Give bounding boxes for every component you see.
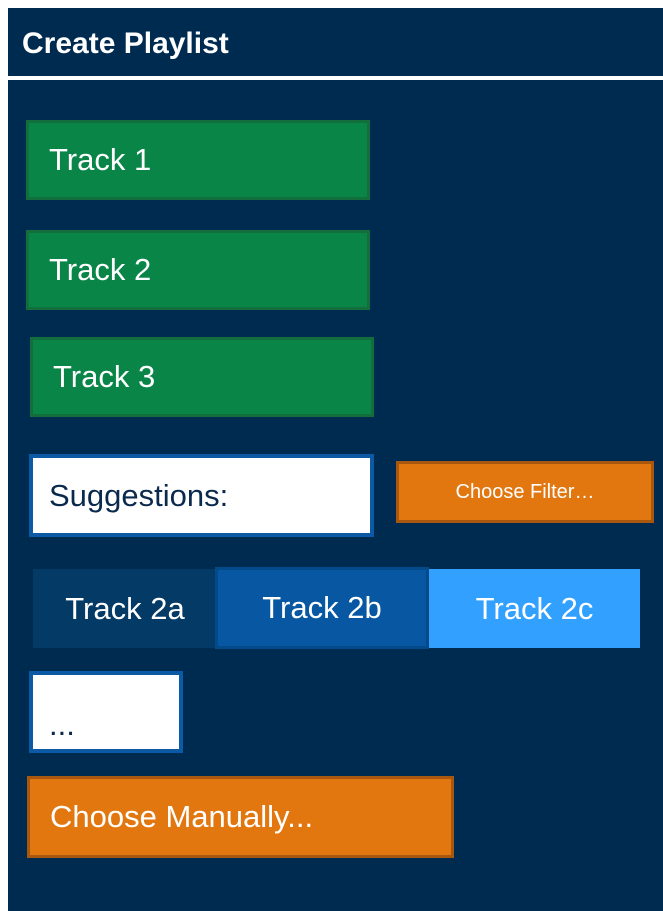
title-bar: Create Playlist — [8, 8, 663, 80]
playlist-track-3[interactable]: Track 3 — [30, 337, 374, 417]
suggestions-label: Suggestions: — [29, 454, 374, 537]
choose-manually-button[interactable]: Choose Manually... — [27, 776, 454, 858]
window-title: Create Playlist — [22, 27, 229, 60]
choose-filter-button[interactable]: Choose Filter… — [396, 461, 654, 523]
playlist-track-2[interactable]: Track 2 — [26, 230, 370, 310]
suggestion-track-2c[interactable]: Track 2c — [429, 569, 640, 648]
playlist-track-1[interactable]: Track 1 — [26, 120, 370, 200]
suggestion-track-2b[interactable]: Track 2b — [215, 567, 429, 649]
create-playlist-window: Create Playlist Track 1 Track 2 Track 3 … — [8, 8, 663, 911]
suggestion-track-2a[interactable]: Track 2a — [33, 569, 217, 648]
more-suggestions-box[interactable]: ... — [29, 671, 183, 753]
